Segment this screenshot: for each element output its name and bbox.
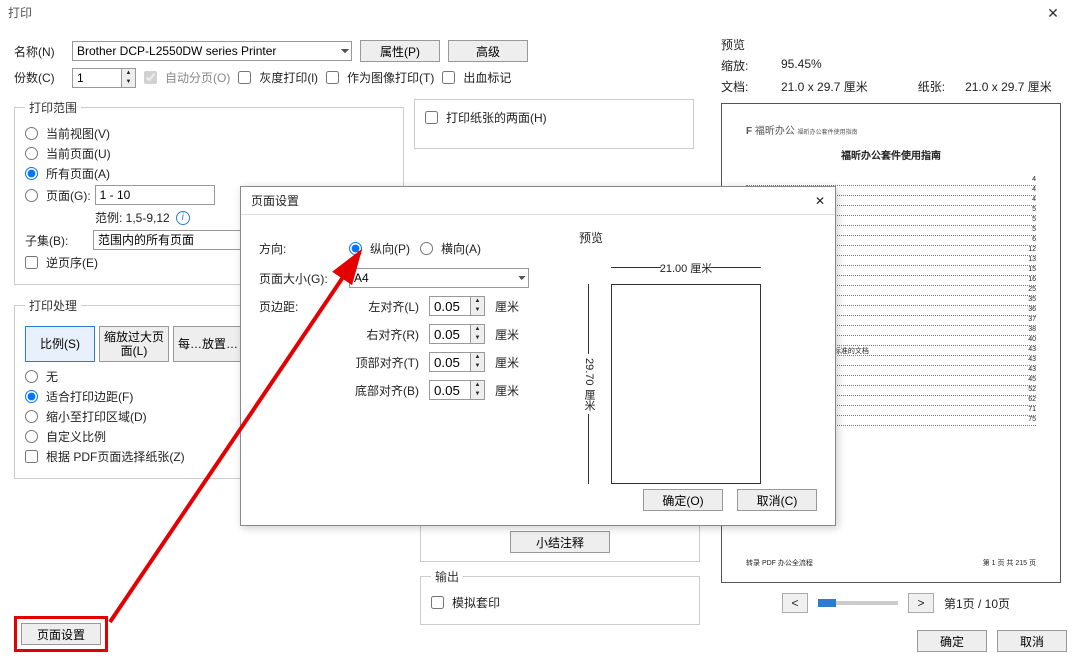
output-legend: 输出 [431, 568, 463, 585]
page-info: 第1页 / 10页 [944, 595, 1010, 612]
current-view-radio[interactable] [25, 127, 38, 140]
margin-label: 页边距: [259, 298, 339, 315]
none-radio[interactable] [25, 370, 38, 383]
doc-label: 文档: [721, 78, 761, 95]
page-setup-button[interactable]: 页面设置 [21, 623, 101, 645]
zoom-label: 缩放: [721, 57, 761, 74]
printer-name-label: 名称(N) [14, 43, 64, 60]
margin-top-input[interactable]: ▲▼ [429, 352, 485, 372]
cancel-button[interactable]: 取消 [997, 630, 1067, 652]
reverse-order-checkbox[interactable] [25, 256, 38, 269]
dialog-close-icon[interactable]: ✕ [815, 187, 825, 214]
info-icon[interactable]: i [176, 211, 190, 225]
printer-select[interactable]: Brother DCP-L2550DW series Printer [72, 41, 352, 61]
range-legend: 打印范围 [25, 99, 81, 116]
handling-legend: 打印处理 [25, 297, 81, 314]
window-title: 打印 [8, 0, 32, 25]
dialog-preview: 21.00 厘米 29.70 厘米 [579, 254, 779, 494]
doc-value: 21.0 x 29.7 厘米 [781, 78, 868, 95]
fit-radio[interactable] [25, 390, 38, 403]
copies-label: 份数(C) [14, 69, 64, 86]
custom-scale-radio[interactable] [25, 430, 38, 443]
margin-bottom-input[interactable]: ▲▼ [429, 380, 485, 400]
advanced-button[interactable]: 高级 [448, 40, 528, 62]
next-page-button[interactable]: > [908, 593, 934, 613]
current-page-radio[interactable] [25, 147, 38, 160]
pages-radio[interactable] [25, 189, 38, 202]
multiple-button[interactable]: 每…放置… [173, 326, 243, 362]
simulate-overprint-checkbox[interactable] [431, 596, 444, 609]
dialog-title: 页面设置 [251, 187, 299, 214]
collate-checkbox [144, 71, 157, 84]
orientation-label: 方向: [259, 240, 339, 257]
dialog-preview-label: 预览 [579, 229, 809, 246]
landscape-radio[interactable] [420, 242, 433, 255]
properties-button[interactable]: 属性(P) [360, 40, 440, 62]
scale-button[interactable]: 比例(S) [25, 326, 95, 362]
prev-page-button[interactable]: < [782, 593, 808, 613]
close-icon[interactable]: ✕ [1033, 0, 1073, 25]
margin-right-input[interactable]: ▲▼ [429, 324, 485, 344]
page-size-select[interactable]: A4 [349, 268, 529, 288]
print-as-image-checkbox[interactable] [326, 71, 339, 84]
subset-label: 子集(B): [25, 232, 85, 249]
preview-legend: 预览 [721, 36, 1071, 53]
tile-button[interactable]: 缩放过大页面(L) [99, 326, 169, 362]
bleed-checkbox[interactable] [442, 71, 455, 84]
summarize-button[interactable]: 小结注释 [510, 531, 610, 553]
pages-input[interactable] [95, 185, 215, 205]
portrait-radio[interactable] [349, 242, 362, 255]
dialog-ok-button[interactable]: 确定(O) [643, 489, 723, 511]
dialog-cancel-button[interactable]: 取消(C) [737, 489, 817, 511]
paper-label: 纸张: [918, 78, 945, 95]
page-setup-dialog: 页面设置 ✕ 方向: 纵向(P) 横向(A) 页面大小(G): A4 页边距: … [240, 186, 836, 526]
page-slider[interactable] [818, 601, 898, 605]
example-label: 范例: 1,5-9,12 [95, 209, 170, 226]
copies-input[interactable]: ▲▼ [72, 68, 136, 88]
both-sides-checkbox[interactable] [425, 111, 438, 124]
margin-left-input[interactable]: ▲▼ [429, 296, 485, 316]
ok-button[interactable]: 确定 [917, 630, 987, 652]
choose-paper-checkbox[interactable] [25, 450, 38, 463]
all-pages-radio[interactable] [25, 167, 38, 180]
zoom-value: 95.45% [781, 57, 822, 74]
paper-value: 21.0 x 29.7 厘米 [965, 78, 1052, 95]
shrink-radio[interactable] [25, 410, 38, 423]
page-size-label: 页面大小(G): [259, 270, 339, 287]
grayscale-checkbox[interactable] [238, 71, 251, 84]
